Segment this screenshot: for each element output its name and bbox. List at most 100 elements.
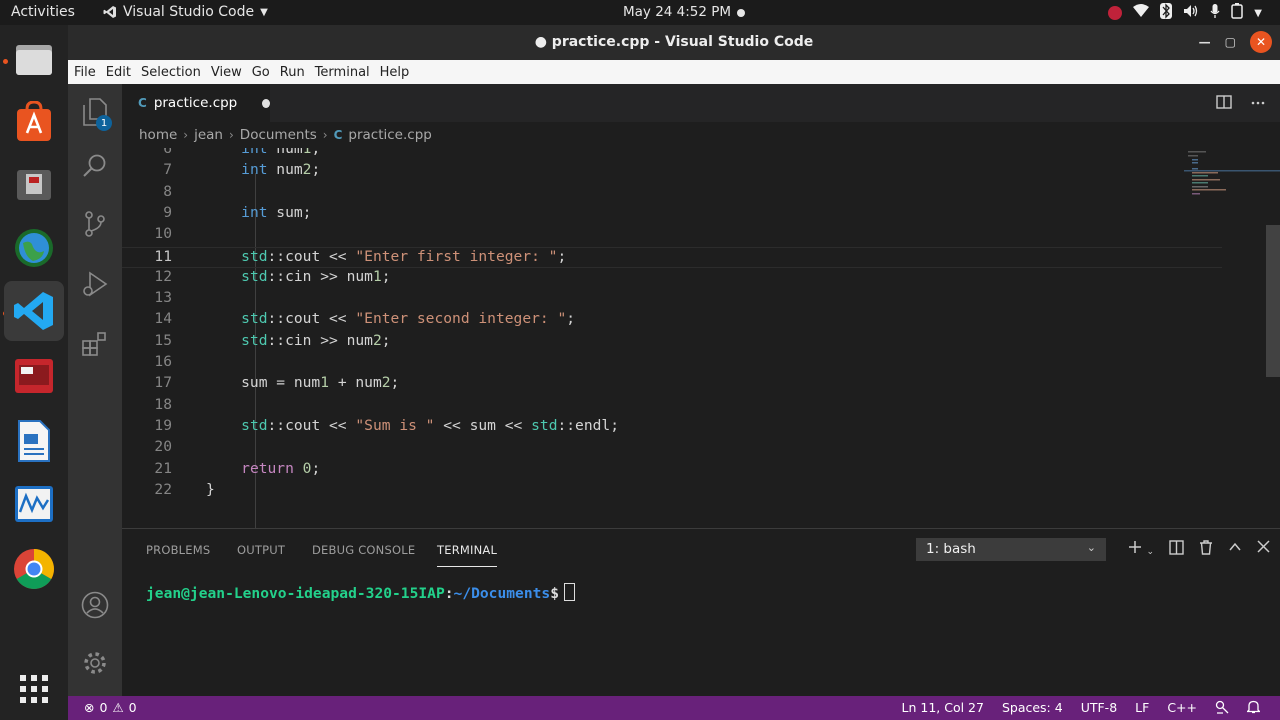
code-line[interactable]: 13 <box>122 289 1222 310</box>
code-line[interactable]: 16 <box>122 353 1222 374</box>
tab-problems[interactable]: PROBLEMS <box>146 543 210 557</box>
system-menu-caret-icon[interactable]: ▼ <box>1254 8 1262 19</box>
dock-writer[interactable] <box>11 418 57 464</box>
new-terminal-button[interactable]: ⌄ <box>1128 540 1154 559</box>
menu-edit[interactable]: Edit <box>106 65 138 80</box>
code-line[interactable]: 10 <box>122 225 1222 246</box>
dock-globe[interactable] <box>11 225 57 271</box>
explorer-button[interactable]: 1 <box>68 88 122 136</box>
minimize-button[interactable]: — <box>1199 35 1211 49</box>
code-line[interactable]: 22} <box>122 481 1222 502</box>
terminal-prompt[interactable]: jean@jean-Lenovo-ideapad-320-15IAP:~/Doc… <box>146 583 575 602</box>
more-actions-button[interactable] <box>1250 94 1266 114</box>
breadcrumb-jean[interactable]: jean <box>194 127 223 143</box>
language-mode[interactable]: C++ <box>1167 700 1197 717</box>
usb-installer-icon <box>17 170 51 200</box>
menu-view[interactable]: View <box>211 65 249 80</box>
menu-go[interactable]: Go <box>252 65 277 80</box>
code-line[interactable]: 9 int sum; <box>122 204 1222 225</box>
breadcrumb-file[interactable]: practice.cpp <box>348 127 431 143</box>
code-line[interactable]: 12 std::cin >> num1; <box>122 268 1222 289</box>
code-line[interactable]: 20 <box>122 438 1222 459</box>
activities-button[interactable]: Activities <box>11 4 75 20</box>
menu-help[interactable]: Help <box>380 65 417 80</box>
manage-button[interactable] <box>68 639 122 687</box>
tab-debug-console[interactable]: DEBUG CONSOLE <box>312 543 415 557</box>
line-text: int num1; <box>241 148 321 157</box>
dock-chrome[interactable] <box>11 546 57 592</box>
system-tray[interactable]: ▼ <box>1108 3 1262 23</box>
close-panel-button[interactable] <box>1257 540 1270 559</box>
line-text: std::cout << "Sum is " << sum << std::en… <box>241 416 619 434</box>
warning-count: 0 <box>128 700 137 715</box>
dock-presentation[interactable] <box>11 353 57 399</box>
code-line[interactable]: 21 return 0; <box>122 460 1222 481</box>
code-line[interactable]: 15 std::cin >> num2; <box>122 332 1222 353</box>
prompt-path: ~/Documents <box>453 585 551 602</box>
menu-file[interactable]: File <box>74 65 103 80</box>
show-applications-button[interactable] <box>11 666 57 712</box>
tab-output[interactable]: OUTPUT <box>237 543 285 557</box>
extensions-button[interactable] <box>68 320 122 368</box>
menu-run[interactable]: Run <box>280 65 312 80</box>
menu-terminal[interactable]: Terminal <box>315 65 377 80</box>
account-icon <box>81 591 109 619</box>
problems-indicator[interactable]: ⊗ 0 ⚠ 0 <box>84 700 137 715</box>
folder-icon <box>16 45 52 75</box>
breadcrumb-documents[interactable]: Documents <box>240 127 317 143</box>
wifi-icon[interactable] <box>1133 4 1150 22</box>
microphone-icon[interactable] <box>1210 3 1220 23</box>
end-of-line[interactable]: LF <box>1135 700 1149 717</box>
maximize-button[interactable]: ▢ <box>1225 35 1236 49</box>
code-line[interactable]: 14 std::cout << "Enter second integer: "… <box>122 310 1222 331</box>
code-line[interactable]: 17 sum = num1 + num2; <box>122 374 1222 395</box>
dock-files[interactable] <box>11 36 57 82</box>
breadcrumb-home[interactable]: home <box>139 127 177 143</box>
chevron-down-icon: ⌄ <box>1146 547 1154 557</box>
code-line[interactable]: 6 int num1; <box>122 148 1222 161</box>
maximize-panel-button[interactable] <box>1228 540 1242 559</box>
code-line[interactable]: 11 std::cout << "Enter first integer: "; <box>122 246 1222 268</box>
chrome-icon <box>14 549 54 589</box>
accounts-button[interactable] <box>68 581 122 629</box>
record-icon[interactable] <box>1108 6 1123 20</box>
indentation[interactable]: Spaces: 4 <box>1002 700 1063 717</box>
dock-monitor[interactable] <box>11 481 57 527</box>
cursor-position[interactable]: Ln 11, Col 27 <box>902 700 984 717</box>
split-terminal-button[interactable] <box>1169 540 1184 559</box>
line-number: 10 <box>154 225 172 243</box>
kill-terminal-button[interactable] <box>1199 540 1213 559</box>
close-window-button[interactable]: ✕ <box>1250 31 1272 53</box>
volume-icon[interactable] <box>1183 4 1199 22</box>
search-button[interactable] <box>68 142 122 190</box>
tab-terminal[interactable]: TERMINAL <box>437 543 498 567</box>
line-number: 14 <box>154 310 172 328</box>
notification-dot-icon <box>737 9 745 17</box>
encoding[interactable]: UTF-8 <box>1081 700 1117 717</box>
code-line[interactable]: 8 <box>122 183 1222 204</box>
terminal-select[interactable]: 1: bash ⌄ <box>916 538 1106 561</box>
line-number: 20 <box>154 438 172 456</box>
dock-software[interactable] <box>11 99 57 145</box>
code-line[interactable]: 7 int num2; <box>122 161 1222 182</box>
notifications-button[interactable] <box>1245 700 1262 717</box>
split-editor-button[interactable] <box>1216 94 1232 114</box>
error-icon: ⊗ <box>84 700 95 715</box>
run-debug-button[interactable] <box>68 260 122 308</box>
dock-installer[interactable] <box>11 162 57 208</box>
source-control-button[interactable] <box>68 200 122 248</box>
bluetooth-icon[interactable] <box>1160 3 1173 23</box>
unsaved-dot-icon[interactable] <box>262 98 270 108</box>
code-line[interactable]: 19 std::cout << "Sum is " << sum << std:… <box>122 417 1222 438</box>
editor-scrollbar[interactable] <box>1266 225 1280 377</box>
code-line[interactable]: 18 <box>122 396 1222 417</box>
dock-vscode[interactable] <box>4 281 64 341</box>
code-editor[interactable]: 6 int num1; 7 int num2; 8 9 int sum; 10 11 st… <box>122 148 1280 528</box>
menu-selection[interactable]: Selection <box>141 65 208 80</box>
clock[interactable]: May 24 4:52 PM <box>623 4 731 20</box>
app-menu[interactable]: Visual Studio Code ▼ <box>103 4 268 20</box>
tab-practice-cpp[interactable]: C practice.cpp <box>122 84 270 122</box>
window-titlebar[interactable]: ● practice.cpp - Visual Studio Code — ▢ … <box>68 25 1280 60</box>
feedback-button[interactable] <box>1215 700 1229 717</box>
battery-icon[interactable] <box>1231 3 1244 23</box>
